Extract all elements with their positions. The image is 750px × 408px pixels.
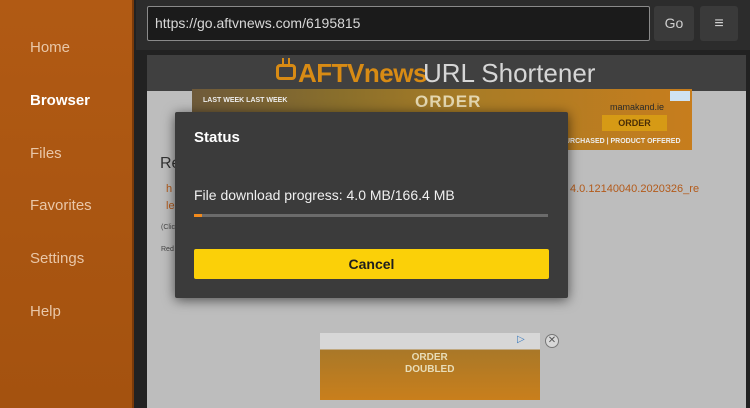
sidebar-item-help[interactable]: Help	[30, 303, 61, 320]
cancel-button[interactable]: Cancel	[194, 249, 549, 279]
sidebar-item-settings[interactable]: Settings	[30, 250, 84, 267]
sidebar-item-home[interactable]: Home	[30, 39, 70, 56]
sidebar-item-files[interactable]: Files	[30, 145, 62, 162]
hamburger-menu-icon[interactable]: ≡	[700, 6, 738, 41]
sidebar-item-favorites[interactable]: Favorites	[30, 197, 92, 214]
go-button[interactable]: Go	[654, 6, 694, 41]
sidebar: Home Browser Files Favorites Settings He…	[0, 0, 134, 408]
download-progress-fill	[194, 214, 203, 217]
dialog-title: Status	[194, 129, 240, 146]
status-dialog: Status File download progress: 4.0 MB/16…	[175, 112, 568, 298]
download-progress-bar	[194, 214, 548, 217]
sidebar-item-browser[interactable]: Browser	[30, 92, 90, 109]
url-input[interactable]: https://go.aftvnews.com/6195815	[147, 6, 650, 41]
download-progress-text: File download progress: 4.0 MB/166.4 MB	[194, 187, 455, 203]
